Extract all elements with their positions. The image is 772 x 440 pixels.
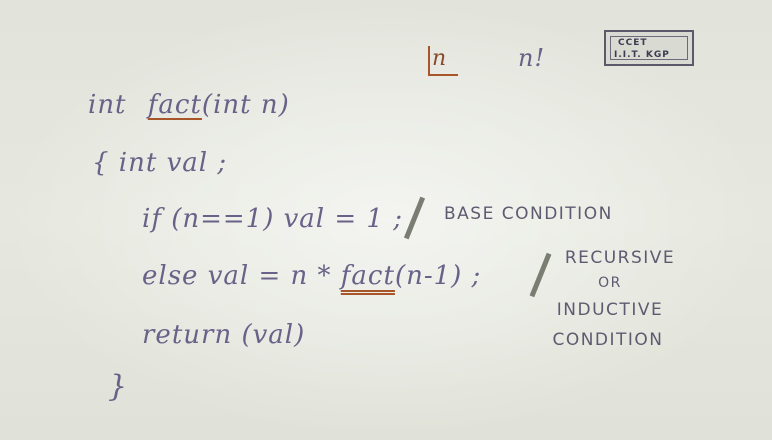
recursive-comment-line3: INDUCTIVE — [556, 300, 664, 320]
institution-logo: CCET I.I.T. KGP — [604, 30, 694, 66]
code-line-declaration: { int val ; — [92, 148, 228, 178]
code-line-return: return (val) — [142, 320, 306, 350]
code-line-signature: int fact(int n) — [88, 92, 290, 118]
function-name: fact — [147, 90, 202, 120]
recursive-call-args: (n-1) ; — [394, 261, 482, 291]
logo-line2: I.I.T. KGP — [614, 50, 670, 60]
comment-slash-recursive — [529, 252, 552, 298]
recursive-comment-line4: CONDITION — [552, 330, 664, 350]
function-params: (int n) — [201, 90, 290, 120]
recursive-comment-line2: OR — [598, 275, 622, 291]
code-line-close-brace: } — [108, 369, 129, 404]
comment-slash-base — [403, 196, 426, 240]
slide-background: n n! CCET I.I.T. KGP int fact(int n) { i… — [0, 0, 772, 440]
else-prefix: else val = n * — [142, 261, 332, 291]
recursive-call-name: fact — [340, 261, 395, 291]
code-line-if: if (n==1) val = 1 ; — [142, 204, 403, 234]
code-line-else: else val = n * fact(n-1) ; — [142, 263, 481, 289]
return-type: int — [88, 90, 127, 120]
n-factorial-notation: n! — [518, 44, 546, 72]
base-condition-comment: BASE CONDITION — [444, 204, 613, 224]
recursive-comment-line1: RECURSIVE — [564, 248, 676, 268]
logo-line1: CCET — [618, 38, 648, 48]
boxed-n-notation: n — [428, 46, 458, 76]
factorial-box-mark — [428, 46, 458, 76]
